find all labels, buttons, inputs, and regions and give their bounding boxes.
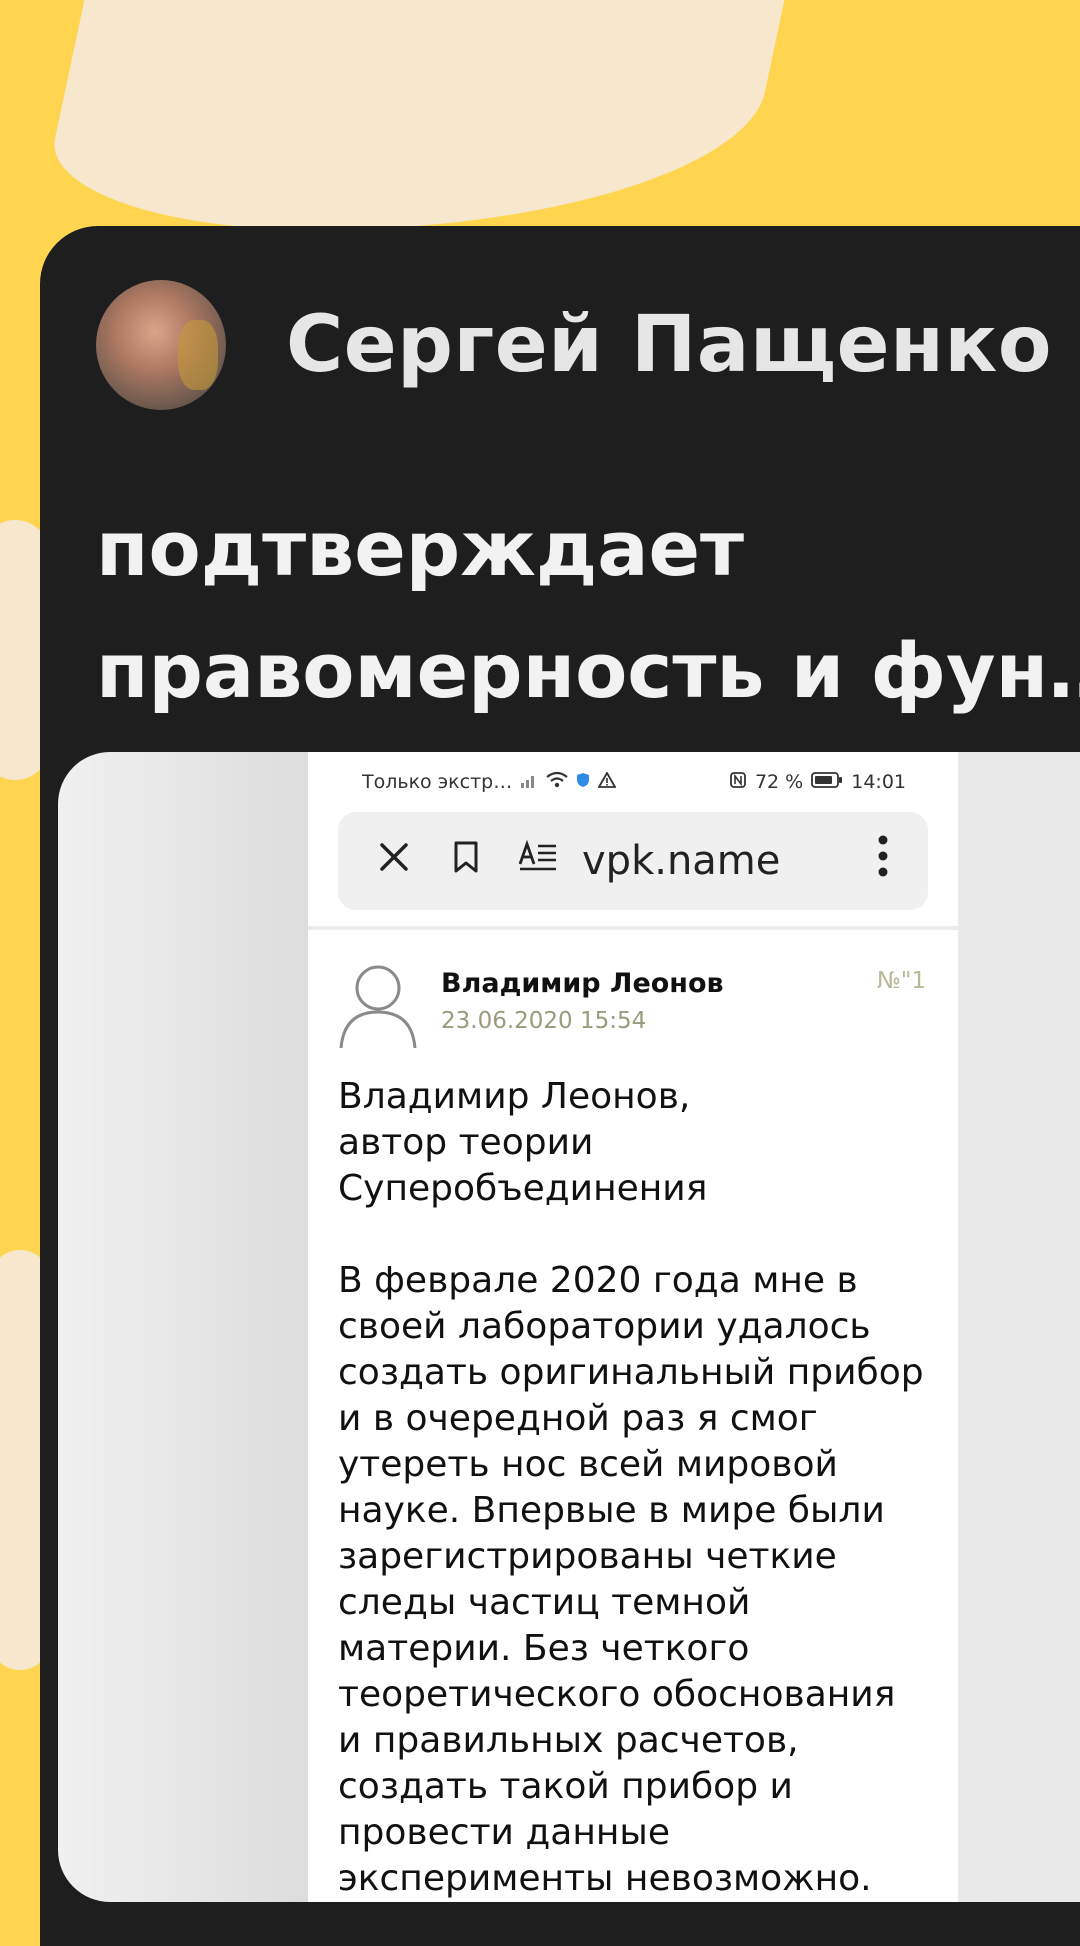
- comment-header: Владимир Леонов 23.06.2020 15:54 №"1: [308, 942, 958, 1072]
- status-bar: Только экстр… 72 % 14:01: [308, 752, 958, 812]
- comment-date: 23.06.2020 15:54: [441, 1008, 647, 1034]
- post-title-line: правомерность и фун…: [96, 626, 1080, 715]
- battery-icon: [811, 771, 843, 794]
- browser-toolbar: vpk.name: [338, 812, 928, 910]
- screenshot-preview[interactable]: Только экстр… 72 % 14:01 vpk.name Владим…: [58, 752, 1080, 1902]
- url-text: vpk.name: [582, 838, 781, 884]
- comment-text: В феврале 2020 года мне в своей лаборато…: [338, 1260, 924, 1899]
- author-name[interactable]: Сергей Пащенко: [286, 300, 1052, 390]
- avatar[interactable]: [96, 280, 226, 410]
- post-title[interactable]: подтверждает правомерность и фун…: [96, 488, 1080, 732]
- bookmark-icon: [430, 838, 502, 884]
- signal-icon: [520, 771, 538, 794]
- author-row[interactable]: Сергей Пащенко: [96, 280, 1052, 410]
- nfc-icon: [729, 771, 747, 794]
- user-placeholder-icon: [338, 962, 418, 1052]
- clock: 14:01: [851, 771, 906, 793]
- wifi-icon: [546, 771, 568, 794]
- comment-number: №"1: [876, 968, 926, 994]
- post-title-line: подтверждает: [96, 504, 745, 593]
- more-menu-icon: [858, 834, 908, 889]
- comment-body: Владимир Леонов, автор теории Суперобъед…: [308, 1074, 958, 1902]
- divider: [308, 926, 958, 930]
- carrier-text: Только экстр…: [362, 771, 513, 793]
- post-card[interactable]: Сергей Пащенко подтверждает правомерност…: [40, 226, 1080, 1946]
- comment-intro: Владимир Леонов, автор теории Суперобъед…: [338, 1076, 708, 1209]
- warning-icon: [597, 771, 617, 793]
- background-shape: [35, 0, 785, 230]
- shield-icon: [576, 771, 590, 793]
- close-icon: [358, 838, 430, 884]
- phone-screenshot: Только экстр… 72 % 14:01 vpk.name Владим…: [308, 752, 958, 1902]
- comment-author: Владимир Леонов: [441, 968, 724, 999]
- reader-mode-icon: [502, 838, 574, 884]
- battery-percent: 72 %: [754, 771, 804, 793]
